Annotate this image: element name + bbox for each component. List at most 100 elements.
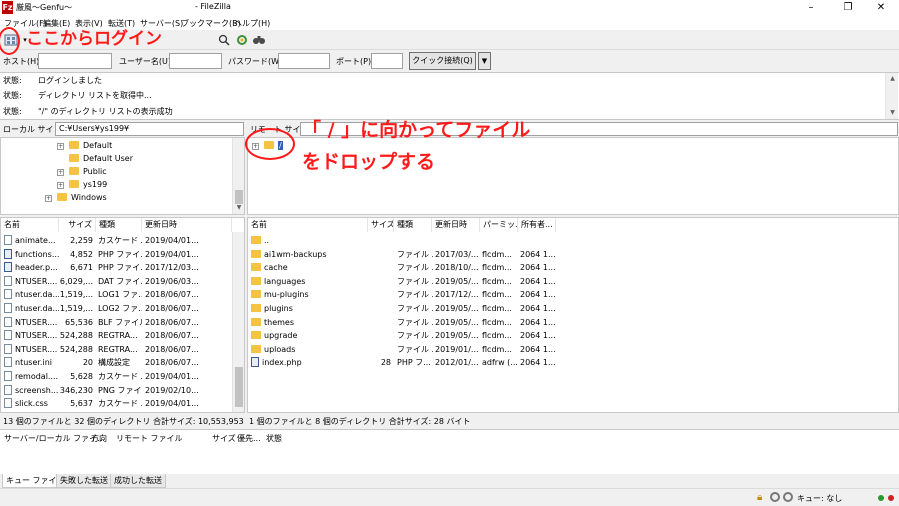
tree-item-default-user[interactable]: Default User [69, 152, 133, 165]
scroll-thumb[interactable] [235, 367, 243, 407]
log-row: 状態: "/" のディレクトリ リストの表示成功 [3, 107, 173, 116]
col-header-name[interactable]: 名前 [248, 218, 368, 232]
port-input[interactable] [371, 53, 403, 69]
remote-file-row[interactable]: ai1wm-backupsファイル ...2017/03/...flcdm...… [248, 248, 898, 262]
queue-tabs: キュー ファイル 失敗した転送 成功した転送 [0, 474, 899, 488]
file-icon [4, 275, 12, 286]
file-icon [4, 262, 12, 273]
queue-col-local[interactable]: サーバー/ローカル ファイ... [4, 433, 105, 444]
file-icon [4, 398, 12, 409]
tree-item-windows[interactable]: + Windows [45, 191, 107, 204]
queue-col-remote[interactable]: リモート ファイル [116, 433, 183, 444]
local-file-row[interactable]: remodal....5,628カスケード ...2019/04/01... [1, 370, 232, 384]
menu-transfer[interactable]: 転送(T) [108, 18, 135, 29]
local-tree-scrollbar[interactable]: ▼ [232, 138, 244, 214]
remote-file-row[interactable]: cacheファイル ...2018/10/...flcdm...2064 1..… [248, 261, 898, 275]
tab-successful-transfers[interactable]: 成功した転送 [110, 474, 166, 488]
remote-file-row[interactable]: themesファイル ...2019/05/...flcdm...2064 1.… [248, 316, 898, 330]
col-header-owner[interactable]: 所有者... [518, 218, 556, 232]
local-file-row[interactable]: screensh...346,230PNG ファイ...2019/02/10..… [1, 384, 232, 398]
scroll-down-icon[interactable]: ▼ [886, 109, 899, 116]
queue-col-size[interactable]: サイズ [212, 433, 236, 444]
tree-item-ys199[interactable]: + ys199 [57, 178, 107, 191]
folder-icon [251, 290, 261, 299]
col-header-date[interactable]: 更新日時 [142, 218, 232, 232]
reconnect-icon[interactable] [236, 34, 248, 46]
menu-server[interactable]: サーバー(S) [140, 18, 183, 29]
local-file-row[interactable]: NTUSER....65,536BLF ファイル2018/06/07... [1, 316, 232, 330]
scroll-up-icon[interactable]: ▲ [886, 75, 899, 82]
scroll-thumb[interactable] [235, 190, 243, 204]
receive-led-icon [878, 495, 884, 501]
col-header-perm[interactable]: パーミッ... [480, 218, 518, 232]
col-header-size[interactable]: サイズ [59, 218, 96, 232]
folder-icon [251, 263, 261, 272]
local-file-row[interactable]: NTUSER.... 524,288 REGTRA... 2018/06/07... [1, 343, 232, 357]
menu-edit[interactable]: 編集(E) [43, 18, 70, 29]
log-row: 状態: ディレクトリ リストを取得中... [3, 91, 152, 100]
queue-col-direction[interactable]: 方向 [91, 433, 107, 444]
local-file-row[interactable]: slick.css5,637カスケード ...2019/04/01... [1, 397, 232, 411]
file-icon [4, 357, 12, 368]
file-icon [4, 235, 12, 245]
minimize-button[interactable]: – [796, 1, 826, 15]
log-scrollbar[interactable]: ▲ ▼ [885, 73, 898, 119]
username-input[interactable] [169, 53, 222, 69]
col-header-type[interactable]: 種類 [394, 218, 432, 232]
remote-file-row[interactable]: languagesファイル ...2019/05/...flcdm...2064… [248, 275, 898, 289]
scroll-down-icon[interactable]: ▼ [233, 204, 245, 211]
search-icon[interactable] [218, 34, 230, 46]
folder-icon [251, 276, 261, 285]
local-file-row[interactable]: ntuser.da... 1,519,... LOG2 ファ... 2018/06/0… [1, 302, 232, 316]
remote-file-row[interactable]: pluginsファイル ...2019/05/...flcdm...2064 1… [248, 302, 898, 316]
menu-bookmarks[interactable]: ブックマーク(B) [181, 18, 241, 29]
file-icon [251, 357, 259, 368]
menu-bar: ファイル(F) 編集(E) 表示(V) 転送(T) サーバー(S) ブックマーク… [0, 16, 899, 30]
tree-item-default[interactable]: + Default [57, 139, 112, 152]
remote-summary: 1 個のファイルと 8 個のディレクトリ 合計サイズ: 28 バイト [249, 414, 899, 429]
local-list-scrollbar[interactable] [232, 232, 244, 412]
file-icon [4, 289, 12, 300]
quickconnect-button[interactable]: クイック接続(Q) [409, 52, 476, 70]
local-file-row[interactable]: ntuser.ini 20 構成設定 2018/06/07... [1, 356, 232, 370]
username-label: ユーザー名(U): [119, 57, 174, 66]
queue-col-status[interactable]: 状態 [266, 433, 282, 444]
menu-help[interactable]: ヘルプ(H) [234, 18, 270, 29]
local-file-row[interactable]: ntuser.da... 1,519,... LOG1 ファ... 2018/06/0… [1, 288, 232, 302]
menu-view[interactable]: 表示(V) [75, 18, 103, 29]
user-folder-icon [69, 180, 79, 188]
quickconnect-dropdown-icon[interactable]: ▼ [478, 52, 491, 70]
local-file-row[interactable]: NTUSER....6,029,...DAT ファイル2019/06/03... [1, 275, 232, 289]
file-icon [4, 330, 12, 341]
log-row: 状態: ログインしました [3, 76, 102, 85]
tree-item-public[interactable]: + Public [57, 165, 107, 178]
remote-file-row[interactable]: .. [248, 234, 898, 248]
host-input[interactable] [38, 53, 112, 69]
local-file-row[interactable]: animate...2,259カスケード ...2019/04/01... [1, 234, 232, 248]
local-file-row[interactable]: NTUSER.... 524,288 REGTRA... 2018/06/07... [1, 329, 232, 343]
local-file-row[interactable]: header.p...6,671PHP ファイ...2017/12/03... [1, 261, 232, 275]
login-annotation-text: ここからログイン [26, 29, 162, 49]
queue-col-priority[interactable]: 優先... [237, 433, 261, 444]
folder-icon [251, 249, 261, 258]
remote-file-row[interactable]: mu-pluginsファイル ...2017/12/...flcdm...206… [248, 288, 898, 302]
status-bar: 🔒︎ キュー: なし [0, 488, 899, 506]
local-file-row[interactable]: functions...4,852PHP ファイ...2019/04/01... [1, 248, 232, 262]
tab-failed-transfers[interactable]: 失敗した転送 [56, 474, 112, 488]
local-path-input[interactable]: C:¥Users¥ys199¥ [55, 122, 244, 136]
speed-limit-icon [783, 492, 793, 502]
password-input[interactable] [278, 53, 330, 69]
remote-file-row[interactable]: upgradeファイル ...2019/05/...flcdm...2064 1… [248, 329, 898, 343]
close-button[interactable]: ✕ [866, 1, 896, 15]
col-header-name[interactable]: 名前 [1, 218, 59, 232]
title-bar: Fz 厳風〜Genfu〜 - FileZilla – ❐ ✕ [0, 0, 899, 16]
remote-file-row[interactable]: index.php 28 PHP フ... 2012/01/... adfrw (...… [248, 356, 898, 370]
col-header-type[interactable]: 種類 [96, 218, 142, 232]
binoculars-icon[interactable] [252, 34, 265, 46]
col-header-size[interactable]: サイズ [368, 218, 394, 232]
remote-file-row[interactable]: uploadsファイル ...2019/01/...flcdm...2064 1… [248, 343, 898, 357]
folder-icon [69, 167, 79, 175]
col-header-date[interactable]: 更新日時 [432, 218, 480, 232]
remote-tree: + / [247, 137, 899, 215]
maximize-button[interactable]: ❐ [833, 1, 863, 15]
